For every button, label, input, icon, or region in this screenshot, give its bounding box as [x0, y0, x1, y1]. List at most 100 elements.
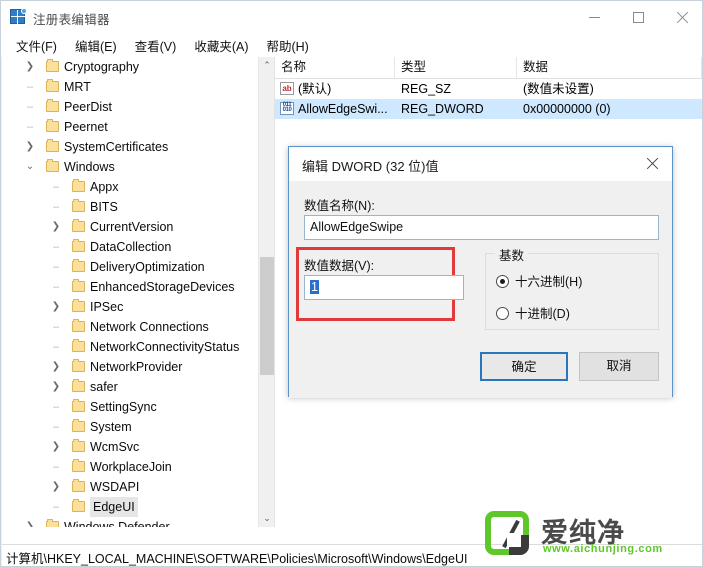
tree-item-label: EdgeUI [90, 497, 138, 517]
tree-line-icon: – [52, 341, 60, 353]
value-data: 0x00000000 (0) [523, 102, 611, 116]
tree-item-datacollection[interactable]: – DataCollection [2, 237, 258, 257]
folder-icon [72, 479, 85, 492]
tree-item-label: Windows [64, 160, 115, 174]
ok-button[interactable]: 确定 [480, 352, 568, 381]
minimize-icon [588, 17, 600, 18]
tree-item-bits[interactable]: – BITS [2, 197, 258, 217]
tree-item-edgeui[interactable]: – EdgeUI [2, 497, 258, 517]
aichunjing-logo-icon [485, 511, 529, 555]
folder-icon [46, 99, 59, 112]
chevron-right-icon[interactable]: ❯ [24, 137, 36, 157]
chevron-right-icon[interactable]: ❯ [50, 217, 62, 237]
value-data: (数值未设置) [523, 82, 594, 96]
dword-value-icon: 011 010 [280, 102, 294, 115]
folder-icon [46, 159, 59, 172]
tree-item-windows[interactable]: ⌄ Windows [2, 157, 258, 177]
tree-item-network-connections[interactable]: – Network Connections [2, 317, 258, 337]
maximize-icon [632, 12, 644, 23]
tree-item-wsdapi[interactable]: ❯ WSDAPI [2, 477, 258, 497]
value-row[interactable]: 011 010 AllowEdgeSwi... REG_DWORD 0x00000000… [275, 99, 702, 119]
tree-item-label: IPSec [90, 300, 124, 314]
chevron-right-icon[interactable]: ❯ [50, 377, 62, 397]
value-name: (默认) [298, 82, 332, 96]
chevron-right-icon[interactable]: ❯ [50, 297, 62, 317]
tree-line-icon: – [52, 321, 60, 333]
tree-item-mrt[interactable]: – MRT [2, 77, 258, 97]
menu-item-1[interactable]: 文件(F) [7, 34, 66, 57]
radio-decimal[interactable]: 十进制(D) [496, 303, 570, 322]
tree-item-safer[interactable]: ❯ safer [2, 377, 258, 397]
menu-item-3[interactable]: 查看(V) [126, 34, 186, 57]
tree-item-label: SettingSync [90, 400, 157, 414]
value-data-input[interactable]: 1 [304, 275, 464, 300]
tree-item-enhancedstoragedevices[interactable]: – EnhancedStorageDevices [2, 277, 258, 297]
menu-item-4[interactable]: 收藏夹(A) [185, 34, 257, 57]
tree-item-deliveryoptimization[interactable]: – DeliveryOptimization [2, 257, 258, 277]
tree-item-label: Network Connections [90, 320, 209, 334]
tree-item-label: BITS [90, 200, 118, 214]
tree-line-icon: – [26, 81, 34, 93]
value-type: REG_SZ [401, 82, 452, 96]
folder-icon [72, 199, 85, 212]
tree-item-peernet[interactable]: – Peernet [2, 117, 258, 137]
tree-line-icon: – [52, 501, 60, 513]
close-icon [646, 157, 659, 170]
string-value-icon: ab [280, 82, 294, 95]
tree-item-label: PeerDist [64, 100, 112, 114]
tree-item-windows-defender[interactable]: ❯ Windows Defender [2, 517, 258, 527]
value-row[interactable]: ab (默认) REG_SZ (数值未设置) [275, 79, 702, 99]
tree-item-label: DeliveryOptimization [90, 260, 205, 274]
chevron-right-icon[interactable]: ❯ [24, 517, 36, 527]
menu-bar: 文件(F) 编辑(E) 查看(V) 收藏夹(A) 帮助(H) [1, 34, 702, 57]
tree-item-label: WorkplaceJoin [90, 460, 172, 474]
folder-icon [72, 319, 85, 332]
column-header-2[interactable]: 类型 [395, 57, 517, 78]
folder-icon [72, 339, 85, 352]
folder-icon [72, 379, 85, 392]
tree-item-system[interactable]: – System [2, 417, 258, 437]
chevron-right-icon[interactable]: ❯ [50, 437, 62, 457]
column-header-3[interactable]: 数据 [517, 57, 702, 78]
maximize-button[interactable] [616, 1, 660, 34]
chevron-right-icon[interactable]: ❯ [50, 477, 62, 497]
tree-scroll-down-button[interactable]: ⌄ [259, 510, 274, 527]
tree-item-label: MRT [64, 80, 91, 94]
close-icon [676, 11, 689, 24]
folder-icon [72, 459, 85, 472]
radio-hexadecimal[interactable]: 十六进制(H) [496, 271, 582, 290]
registry-tree-pane[interactable]: ❯ Cryptography – MRT – PeerDist – Peernet ❯ Syste… [2, 57, 275, 527]
tree-item-systemcertificates[interactable]: ❯ SystemCertificates [2, 137, 258, 157]
chevron-down-icon[interactable]: ⌄ [24, 157, 36, 177]
tree-scroll-thumb[interactable] [260, 257, 274, 375]
tree-vertical-scrollbar[interactable]: ⌃ ⌄ [258, 57, 274, 527]
tree-item-workplacejoin[interactable]: – WorkplaceJoin [2, 457, 258, 477]
tree-item-label: EnhancedStorageDevices [90, 280, 235, 294]
minimize-button[interactable] [572, 1, 616, 34]
chevron-right-icon[interactable]: ❯ [50, 357, 62, 377]
cancel-button[interactable]: 取消 [579, 352, 659, 381]
column-header-1[interactable]: 名称 [275, 57, 395, 78]
tree-item-label: DataCollection [90, 240, 172, 254]
menu-item-2[interactable]: 编辑(E) [66, 34, 126, 57]
tree-item-label: WcmSvc [90, 440, 140, 454]
chevron-right-icon[interactable]: ❯ [24, 57, 36, 77]
value-name-input[interactable]: AllowEdgeSwipe [304, 215, 659, 240]
tree-item-ipsec[interactable]: ❯ IPSec [2, 297, 258, 317]
tree-scroll-up-button[interactable]: ⌃ [259, 57, 274, 74]
folder-icon [72, 399, 85, 412]
folder-icon [46, 139, 59, 152]
tree-item-networkprovider[interactable]: ❯ NetworkProvider [2, 357, 258, 377]
tree-item-settingsync[interactable]: – SettingSync [2, 397, 258, 417]
close-button[interactable] [660, 1, 702, 34]
tree-item-networkconnectivitystatus[interactable]: – NetworkConnectivityStatus [2, 337, 258, 357]
tree-item-appx[interactable]: – Appx [2, 177, 258, 197]
tree-line-icon: – [52, 241, 60, 253]
menu-item-5[interactable]: 帮助(H) [257, 34, 317, 57]
dialog-close-button[interactable] [632, 147, 672, 179]
tree-item-cryptography[interactable]: ❯ Cryptography [2, 57, 258, 77]
tree-item-wcmsvc[interactable]: ❯ WcmSvc [2, 437, 258, 457]
tree-line-icon: – [52, 461, 60, 473]
tree-item-peerdist[interactable]: – PeerDist [2, 97, 258, 117]
tree-item-currentversion[interactable]: ❯ CurrentVersion [2, 217, 258, 237]
